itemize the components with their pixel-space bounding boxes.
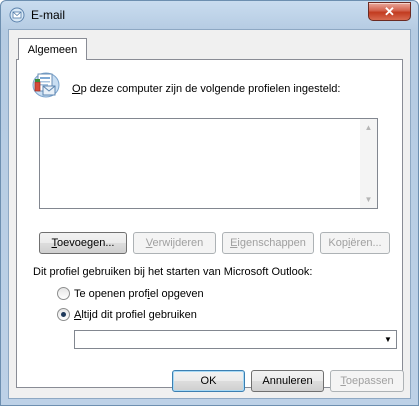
apply-button[interactable]: Toepassen: [330, 370, 404, 392]
scroll-up-icon[interactable]: ▲: [360, 119, 377, 136]
profile-list[interactable]: ▲ ▼: [39, 118, 378, 209]
tab-label: Algemeen: [27, 43, 78, 56]
add-profile-button[interactable]: Toevoegen...: [39, 232, 127, 254]
remove-label: erwijderen: [152, 237, 204, 249]
always-profile-label[interactable]: Altijd dit profiel gebruiken: [74, 309, 197, 321]
close-icon: ✕: [384, 3, 395, 19]
chevron-down-icon[interactable]: ▼: [380, 331, 396, 348]
ok-label: OK: [200, 375, 217, 387]
prompt-profile-radio[interactable]: [57, 287, 70, 300]
prompt-rest: el opgeven: [149, 288, 204, 300]
copy-profile-button[interactable]: Kopiëren...: [320, 232, 390, 254]
scroll-down-icon[interactable]: ▼: [360, 191, 377, 208]
window-title: E-mail: [31, 8, 66, 22]
copy-label: ëren...: [350, 237, 382, 249]
cancel-label: Annuleren: [262, 375, 313, 387]
properties-button[interactable]: Eigenschappen: [222, 232, 314, 254]
remove-profile-button[interactable]: Verwijderen: [133, 232, 216, 254]
apply-label: oepassen: [345, 375, 394, 387]
intro-rest: p deze computer zijn de volgende profiel…: [80, 83, 341, 95]
startup-label: Dit profiel gebruiken bij het starten va…: [33, 266, 313, 278]
properties-label: igenschappen: [237, 237, 306, 249]
prompt-pre: Te openen prof: [74, 288, 148, 300]
prompt-profile-label[interactable]: Te openen profiel opgeven: [74, 288, 204, 300]
mail-window-icon: [9, 7, 25, 23]
add-label: oevoegen...: [57, 237, 115, 249]
dialog-body: Algemeen Op deze computer zijn de volgen…: [8, 29, 411, 399]
title-bar[interactable]: E-mail ✕: [1, 1, 418, 29]
tab-panel-algemeen: Op deze computer zijn de volgende profie…: [16, 59, 403, 388]
email-dialog-window: E-mail ✕ Algemeen Op deze computer zijn …: [0, 0, 419, 406]
copy-label-pre: Kop: [328, 237, 348, 249]
cancel-button[interactable]: Annuleren: [251, 370, 324, 392]
always-profile-radio[interactable]: [57, 308, 70, 321]
ok-button[interactable]: OK: [172, 370, 245, 392]
profiles-intro-text: Op deze computer zijn de volgende profie…: [72, 83, 340, 95]
mail-profile-icon: [32, 72, 60, 98]
profile-list-scrollbar[interactable]: ▲ ▼: [360, 119, 377, 208]
always-rest: ltijd dit profiel gebruiken: [81, 309, 197, 321]
close-button[interactable]: ✕: [368, 2, 411, 21]
intro-accel: O: [72, 83, 81, 95]
tab-algemeen[interactable]: Algemeen: [18, 38, 87, 60]
profile-select[interactable]: ▼: [74, 330, 397, 349]
